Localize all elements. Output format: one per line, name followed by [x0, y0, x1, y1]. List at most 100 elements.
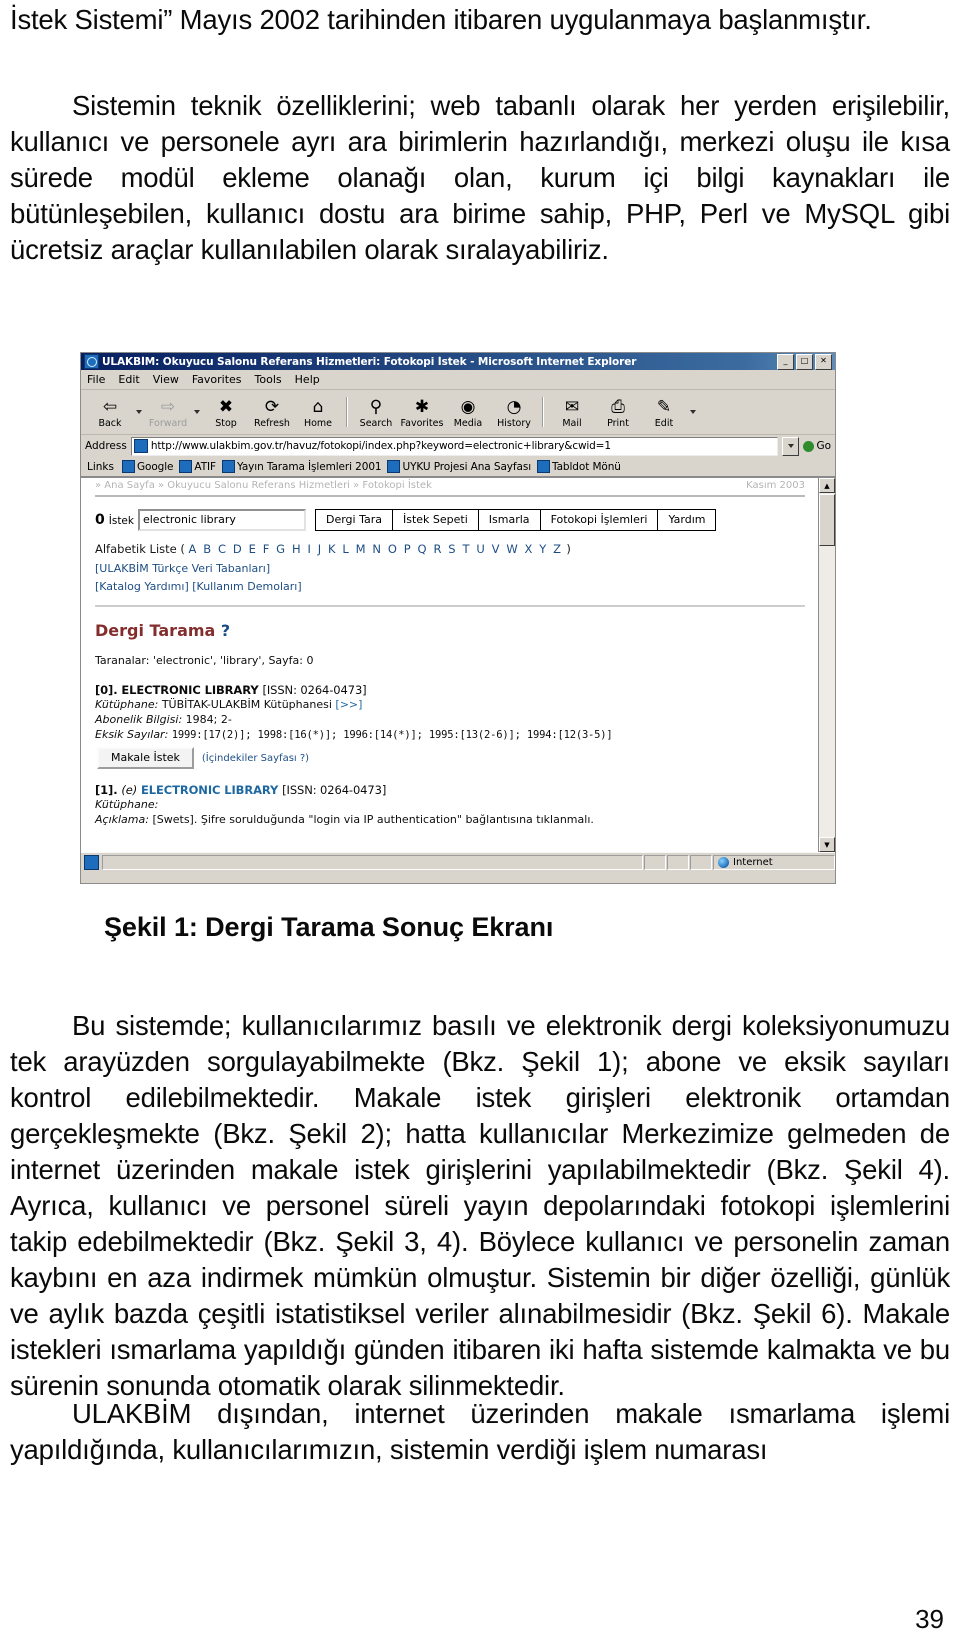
link-favicon-icon [179, 460, 193, 473]
home-icon: ⌂ [312, 396, 324, 417]
link-favicon-icon [537, 460, 551, 473]
toolbar-button-print[interactable]: ⎙ Print [595, 396, 641, 429]
record-0-missing-line: Eksik Sayılar: 1999:[17(2)]; 1998:[16(*)… [95, 727, 805, 743]
browser-links-bar: Links Google ATIF Yayın Tarama İşlemleri… [81, 457, 835, 477]
search-icon: ⚲ [369, 396, 383, 417]
status-page-icon [84, 855, 99, 870]
toolbar-label-favorites: Favorites [400, 417, 444, 429]
forward-arrow-icon: ⇨ [160, 396, 176, 417]
page-number: 39 [915, 1604, 944, 1634]
paragraph-technical-features: Sistemin teknik özelliklerini; web taban… [10, 88, 950, 268]
result-record-1: [1]. (e) ELECTRONIC LIBRARY [ISSN: 0264-… [95, 783, 805, 827]
scroll-up-button[interactable]: ▲ [819, 478, 835, 493]
edit-dropdown-caret-icon[interactable] [690, 410, 696, 414]
toolbar-button-edit[interactable]: ✎ Edit [641, 396, 687, 429]
toolbar-label-mail: Mail [562, 417, 582, 429]
security-zone-indicator[interactable]: Internet [713, 855, 835, 870]
vertical-scrollbar[interactable]: ▲ ▼ [818, 478, 835, 852]
link-uyku-projesi[interactable]: UYKU Projesi Ana Sayfası [387, 460, 531, 473]
makale-istek-button[interactable]: Makale İstek [97, 747, 194, 769]
toolbar-separator-2 [542, 397, 544, 427]
scroll-down-button[interactable]: ▼ [819, 837, 835, 852]
link-google[interactable]: Google [121, 460, 174, 473]
record-1-description-value: [Swets]. Şifre sorulduğunda "login via I… [152, 813, 594, 826]
toolbar-button-favorites[interactable]: ✱ Favorites [399, 396, 445, 429]
scrollbar-thumb[interactable] [819, 494, 835, 546]
toolbar-button-search[interactable]: ⚲ Search [353, 396, 399, 429]
record-0-action-row: Makale İstek (İçindekiler Sayfası ?) [97, 747, 805, 769]
menu-item-file[interactable]: File [87, 373, 105, 386]
toolbar-button-media[interactable]: ◉ Media [445, 396, 491, 429]
button-dergi-tara[interactable]: Dergi Tara [314, 509, 393, 531]
menu-item-edit[interactable]: Edit [118, 373, 139, 386]
link-uyku-projesi-label: UYKU Projesi Ana Sayfası [402, 460, 532, 473]
figure-browser-screenshot: ULAKBİM: Okuyucu Salonu Referans Hizmetl… [80, 352, 836, 884]
address-dropdown-button[interactable] [782, 436, 800, 456]
button-fotokopi-islemleri[interactable]: Fotokopi İşlemleri [540, 509, 659, 531]
ie-logo-icon [84, 354, 99, 369]
paragraph-top: İstek Sistemi” Mayıs 2002 tarihinden iti… [10, 4, 872, 35]
toolbar-button-home[interactable]: ⌂ Home [295, 396, 341, 429]
link-yayin-tarama[interactable]: Yayın Tarama İşlemleri 2001 [221, 460, 382, 473]
menu-item-tools[interactable]: Tools [255, 373, 282, 386]
record-0-library-link[interactable]: [>>] [335, 698, 362, 711]
button-ismarla[interactable]: Ismarla [478, 509, 541, 531]
page-date: Kasım 2003 [746, 480, 805, 491]
window-controls: _ □ ✕ [777, 353, 832, 370]
chevron-down-icon [787, 444, 794, 448]
alphabetic-list-close: ) [566, 542, 571, 556]
back-dropdown-caret-icon[interactable] [136, 410, 142, 414]
menu-item-view[interactable]: View [153, 373, 179, 386]
link-tabldot-monu[interactable]: Tabldot Mönü [537, 460, 621, 473]
browser-viewport: » Ana Sayfa » Okuyucu Salonu Referans Hi… [81, 477, 835, 852]
go-label: Go [816, 440, 831, 452]
close-icon[interactable]: ✕ [815, 353, 832, 370]
breadcrumb-row: » Ana Sayfa » Okuyucu Salonu Referans Hi… [95, 478, 805, 491]
go-arrow-icon [803, 440, 815, 452]
go-button[interactable]: Go [803, 440, 831, 452]
search-input[interactable]: electronic library [137, 509, 306, 531]
toolbar-button-refresh[interactable]: ⟳ Refresh [249, 396, 295, 429]
stop-icon: ✖ [218, 396, 234, 417]
toolbar-button-history[interactable]: ◔ History [491, 396, 537, 429]
link-tabldot-monu-label: Tabldot Mönü [552, 460, 621, 473]
toolbar-button-mail[interactable]: ✉ Mail [549, 396, 595, 429]
address-label: Address [85, 440, 127, 452]
button-istek-sepeti[interactable]: İstek Sepeti [393, 509, 479, 531]
minimize-icon[interactable]: _ [777, 353, 794, 370]
help-question-icon[interactable]: ? [221, 621, 230, 640]
refresh-icon: ⟳ [264, 396, 280, 417]
record-0-missing-value: 1999:[17(2)]; 1998:[16(*)]; 1996:[14(*)]… [171, 729, 613, 741]
record-1-electronic-tag: (e) [121, 783, 138, 797]
toolbar-label-forward: Forward [148, 417, 188, 429]
address-input[interactable]: http://www.ulakbim.gov.tr/havuz/fotokopi… [130, 436, 779, 456]
browser-status-bar: Internet [81, 852, 835, 872]
toolbar-button-stop[interactable]: ✖ Stop [203, 396, 249, 429]
forward-dropdown-caret-icon[interactable] [194, 410, 200, 414]
security-zone-label: Internet [733, 857, 773, 868]
record-0-index: [0]. [95, 683, 118, 697]
toolbar-button-back[interactable]: ⇦ Back [87, 396, 133, 429]
link-katalog-yardimi[interactable]: [Katalog Yardımı] [Kullanım Demoları] [95, 578, 805, 595]
status-message-area [102, 855, 643, 870]
menu-item-favorites[interactable]: Favorites [192, 373, 242, 386]
record-0-title: ELECTRONIC LIBRARY [121, 683, 259, 697]
toolbar-label-print: Print [607, 417, 629, 429]
maximize-icon[interactable]: □ [796, 353, 813, 370]
alphabetic-list-letters[interactable]: A B C D E F G H I J K L M N O P Q R S T … [189, 542, 563, 556]
history-icon: ◔ [506, 396, 522, 417]
record-0-library-value: TÜBİTAK-ULAKBİM Kütüphanesi [161, 698, 332, 711]
toolbar-button-forward[interactable]: ⇨ Forward [145, 396, 191, 429]
link-google-label: Google [136, 460, 174, 473]
button-yardim[interactable]: Yardım [658, 509, 717, 531]
link-turkce-veri-tabanlari[interactable]: [ULAKBİM Türkçe Veri Tabanları] [95, 560, 805, 577]
toolbar-label-media: Media [453, 417, 483, 429]
link-atif[interactable]: ATIF [179, 460, 216, 473]
icindekiler-sayfasi-link[interactable]: (İçindekiler Sayfası ?) [202, 753, 309, 764]
record-1-title[interactable]: ELECTRONIC LIBRARY [141, 783, 278, 797]
address-url-text: http://www.ulakbim.gov.tr/havuz/fotokopi… [150, 440, 611, 452]
globe-icon [718, 857, 729, 868]
menu-item-help[interactable]: Help [295, 373, 320, 386]
browser-window-title: ULAKBİM: Okuyucu Salonu Referans Hizmetl… [102, 355, 637, 368]
breadcrumb[interactable]: » Ana Sayfa » Okuyucu Salonu Referans Hi… [95, 480, 432, 491]
